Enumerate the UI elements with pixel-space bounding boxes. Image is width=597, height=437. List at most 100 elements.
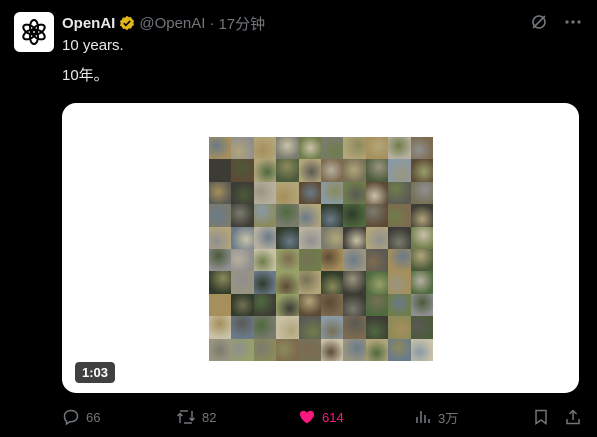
thumbnail-tile: [410, 293, 433, 317]
retweet-icon: [176, 410, 196, 424]
thumbnail-tile: [253, 137, 277, 160]
author-handle[interactable]: @OpenAI: [139, 15, 205, 32]
thumbnail-tile: [209, 181, 232, 205]
grok-icon[interactable]: [529, 12, 549, 32]
thumbnail-tile: [276, 316, 299, 339]
thumbnail-tile: [343, 271, 366, 294]
share-icon: [566, 409, 580, 425]
thumbnail-tile: [388, 204, 411, 227]
thumbnail-tile: [388, 181, 411, 205]
video-thumbnail-grid: [209, 137, 433, 361]
thumbnail-tile: [320, 338, 344, 361]
thumbnail-tile: [298, 137, 321, 160]
heart-icon: [300, 410, 314, 424]
verified-badge-icon[interactable]: [119, 15, 135, 31]
share-button[interactable]: [564, 408, 582, 426]
thumbnail-tile: [253, 181, 277, 205]
bookmark-button[interactable]: [532, 408, 550, 426]
thumbnail-tile: [298, 293, 321, 317]
thumbnail-tile: [320, 159, 344, 182]
tweet-text-line-2: 10年。: [62, 67, 109, 84]
thumbnail-tile: [410, 204, 433, 227]
thumbnail-tile: [253, 226, 277, 249]
views-button[interactable]: 3万: [414, 408, 458, 427]
thumbnail-tile: [276, 271, 299, 294]
thumbnail-tile: [253, 204, 277, 227]
thumbnail-tile: [343, 226, 366, 249]
thumbnail-tile: [365, 338, 389, 361]
thumbnail-tile: [388, 226, 411, 249]
thumbnail-tile: [253, 316, 277, 339]
thumbnail-tile: [209, 204, 232, 227]
thumbnail-tile: [365, 159, 389, 182]
avatar[interactable]: [14, 12, 54, 52]
thumbnail-tile: [276, 293, 299, 317]
retweet-button[interactable]: 82: [176, 408, 216, 426]
tweet-top-actions: [529, 12, 583, 32]
thumbnail-tile: [231, 137, 254, 160]
view-count: 3万: [438, 410, 459, 426]
views-bar-chart-icon: [416, 411, 430, 423]
thumbnail-tile: [388, 271, 411, 294]
like-button[interactable]: 614: [298, 408, 344, 426]
thumbnail-tile: [231, 338, 254, 361]
thumbnail-tile: [388, 316, 411, 339]
more-options-icon[interactable]: [563, 12, 583, 32]
thumbnail-tile: [343, 181, 366, 205]
reply-icon: [63, 409, 79, 426]
bookmark-icon: [535, 409, 547, 425]
thumbnail-tile: [298, 316, 321, 339]
thumbnail-tile: [343, 137, 366, 160]
thumbnail-tile: [343, 248, 366, 272]
thumbnail-tile: [231, 159, 254, 182]
timestamp[interactable]: 17分钟: [218, 13, 265, 34]
thumbnail-tile: [276, 338, 299, 361]
author-name[interactable]: OpenAI: [62, 15, 115, 32]
thumbnail-tile: [320, 226, 344, 249]
thumbnail-tile: [276, 204, 299, 227]
thumbnail-tile: [410, 226, 433, 249]
thumbnail-tile: [298, 159, 321, 182]
thumbnail-tile: [276, 248, 299, 272]
thumbnail-tile: [320, 181, 344, 205]
thumbnail-tile: [410, 159, 433, 182]
separator-dot: ·: [209, 14, 215, 32]
thumbnail-tile: [276, 181, 299, 205]
thumbnail-tile: [298, 248, 321, 272]
thumbnail-tile: [388, 338, 411, 361]
thumbnail-tile: [410, 316, 433, 339]
thumbnail-tile: [231, 271, 254, 294]
thumbnail-tile: [231, 248, 254, 272]
thumbnail-tile: [410, 137, 433, 160]
thumbnail-tile: [209, 248, 232, 272]
thumbnail-tile: [410, 338, 433, 361]
thumbnail-tile: [320, 137, 344, 160]
thumbnail-tile: [231, 293, 254, 317]
thumbnail-tile: [365, 181, 389, 205]
thumbnail-tile: [343, 293, 366, 317]
thumbnail-tile: [253, 338, 277, 361]
video-player[interactable]: 1:03: [62, 103, 579, 393]
retweet-count: 82: [202, 409, 217, 425]
thumbnail-tile: [365, 271, 389, 294]
thumbnail-tile: [276, 159, 299, 182]
thumbnail-tile: [320, 271, 344, 294]
thumbnail-tile: [253, 248, 277, 272]
reply-button[interactable]: 66: [62, 408, 100, 426]
thumbnail-tile: [209, 226, 232, 249]
thumbnail-tile: [365, 226, 389, 249]
thumbnail-tile: [410, 181, 433, 205]
thumbnail-tile: [209, 271, 232, 294]
thumbnail-tile: [343, 159, 366, 182]
reply-count: 66: [86, 409, 101, 425]
like-count: 614: [322, 409, 344, 425]
thumbnail-tile: [388, 293, 411, 317]
thumbnail-tile: [343, 204, 366, 227]
thumbnail-tile: [298, 181, 321, 205]
video-duration: 1:03: [75, 362, 116, 383]
tweet-action-bar: 66 82 614 3万: [62, 404, 580, 430]
thumbnail-tile: [276, 226, 299, 249]
thumbnail-tile: [253, 159, 277, 182]
thumbnail-tile: [365, 248, 389, 272]
thumbnail-tile: [365, 293, 389, 317]
